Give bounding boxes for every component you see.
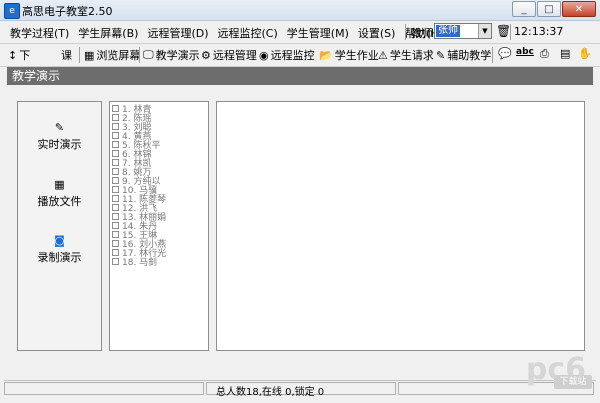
teacher-label: 教师	[411, 27, 433, 40]
play-file-label: 播放文件	[37, 195, 82, 208]
record-demo-button[interactable]: ◙ 录制演示	[18, 235, 101, 265]
student-checkbox[interactable]	[112, 167, 119, 175]
student-checkbox[interactable]	[112, 158, 119, 166]
status-text: 总人数18,在线 0,锁定 0	[216, 387, 325, 398]
toolbar-class-button[interactable]: 课	[61, 47, 72, 63]
student-checkbox[interactable]	[112, 194, 119, 202]
toolbar-label: 辅助教学	[447, 49, 492, 62]
toolbar-browse-screen-button[interactable]: ▦ 浏览屏幕	[84, 47, 140, 63]
toolbar-label: 教学演示	[155, 49, 200, 62]
student-checkbox[interactable]	[112, 113, 119, 121]
student-checkbox[interactable]	[112, 203, 119, 211]
minimize-button[interactable]: _	[512, 1, 536, 17]
toolbar-teaching-demo-button[interactable]: 🖵 教学演示	[143, 47, 200, 63]
folder-icon: 📂	[319, 48, 333, 62]
abc-icon[interactable]: abc	[516, 47, 536, 57]
student-checkbox[interactable]	[112, 230, 119, 238]
student-checkbox[interactable]	[112, 221, 119, 229]
clock: 12:13:37	[514, 25, 564, 38]
student-checkbox[interactable]	[112, 239, 119, 247]
live-demo-button[interactable]: ✎ 实时演示	[18, 122, 101, 152]
toolbar-separator	[79, 47, 80, 63]
play-file-button[interactable]: ▦ 播放文件	[18, 179, 101, 209]
student-checkbox[interactable]	[112, 131, 119, 139]
student-checkbox[interactable]	[112, 257, 119, 265]
close-button[interactable]: ✕	[562, 1, 596, 17]
gear-icon: ⚙	[201, 48, 211, 62]
window-controls: _ □ ✕	[512, 1, 596, 17]
student-checkbox[interactable]	[112, 176, 119, 184]
menu-remote-manage[interactable]: 远程管理(D)	[147, 25, 208, 41]
toolbar-label: 学生请求	[389, 49, 434, 62]
toolbar-assist-teaching-button[interactable]: ✎ 辅助教学	[436, 47, 491, 63]
pen-icon: ✎	[54, 121, 65, 134]
monitor-icon: 🖵	[143, 48, 154, 61]
student-list: 1. 林青 2. 陈瑶 3. 刘聪 4. 黄燕 5. 陈秋平 6. 林锦 7. …	[109, 101, 209, 351]
monitor-eye-icon: ◉	[259, 48, 269, 62]
warning-icon: ⚠	[378, 48, 388, 62]
demo-content-area[interactable]	[216, 101, 585, 351]
window-title: 高思电子教室2.50	[22, 5, 113, 18]
chat-icon[interactable]: 💬	[498, 47, 514, 60]
chevron-down-icon[interactable]: ▼	[478, 24, 491, 38]
student-checkbox[interactable]	[112, 185, 119, 193]
student-checkbox[interactable]	[112, 149, 119, 157]
student-checkbox[interactable]	[112, 104, 119, 112]
menu-items: 教学过程(T) 学生屏幕(B) 远程管理(D) 远程监控(C) 学生管理(M) …	[10, 25, 452, 41]
toolbar-remote-manage-button[interactable]: ⚙ 远程管理	[201, 47, 257, 63]
screens-icon: ▦	[84, 48, 95, 62]
watermark-badge: 下载站	[554, 375, 592, 389]
arrows-icon: ↕	[8, 48, 18, 62]
maximize-button[interactable]: □	[537, 1, 561, 17]
hand-icon[interactable]: ✋	[578, 47, 594, 60]
list-item[interactable]: 18. 马釗	[112, 256, 157, 268]
menu-teaching-process[interactable]: 教学过程(T)	[10, 25, 69, 41]
section-title: 教学演示	[7, 67, 593, 85]
record-icon: ◙	[54, 234, 65, 247]
toolbar: ↕ 下 课 ▦ 浏览屏幕 🖵 教学演示 ⚙ 远程管理 ◉ 远程监控 📂 学生作业…	[0, 44, 600, 67]
student-checkbox[interactable]	[112, 212, 119, 220]
toolbar-label: 远程管理	[212, 49, 257, 62]
demo-mode-panel: ✎ 实时演示 ▦ 播放文件 ◙ 录制演示	[17, 101, 102, 351]
live-demo-label: 实时演示	[37, 138, 82, 151]
toolbar-label: 远程监控	[270, 49, 315, 62]
toolbar-label: 下	[19, 49, 31, 62]
student-checkbox[interactable]	[112, 248, 119, 256]
menu-separator	[510, 24, 511, 40]
toolbar-label: 浏览屏幕	[96, 49, 141, 62]
printer-icon[interactable]: ⎙	[540, 47, 551, 61]
toolbar-class-down-button[interactable]: ↕ 下	[8, 47, 30, 63]
student-checkbox[interactable]	[112, 140, 119, 148]
menu-student-screen[interactable]: 学生屏幕(B)	[78, 25, 138, 41]
teacher-select[interactable]: 张帅 ▼	[434, 23, 492, 39]
toolbar-label: 学生作业	[334, 49, 379, 62]
record-demo-label: 录制演示	[37, 251, 82, 264]
menu-separator	[405, 24, 406, 40]
menu-settings[interactable]: 设置(S)	[358, 25, 396, 41]
status-cell	[4, 382, 204, 395]
toolbar-separator	[139, 47, 140, 63]
toolbar-homework-button[interactable]: 📂 学生作业	[319, 47, 379, 63]
teacher-select-value: 张帅	[436, 25, 460, 37]
title-bar: e 高思电子教室2.50 _ □ ✕	[0, 0, 600, 21]
film-icon: ▦	[54, 178, 65, 191]
toolbar-separator	[492, 47, 493, 63]
book-icon[interactable]: ▤	[560, 47, 572, 60]
toolbar-remote-monitor-button[interactable]: ◉ 远程监控	[259, 47, 315, 63]
student-checkbox[interactable]	[112, 122, 119, 130]
status-bar: 总人数18,在线 0,锁定 0	[4, 380, 596, 398]
menu-remote-monitor[interactable]: 远程监控(C)	[218, 25, 278, 41]
pen-icon: ✎	[436, 48, 446, 62]
menu-student-manage[interactable]: 学生管理(M)	[287, 25, 349, 41]
toolbar-label: 课	[61, 49, 72, 62]
toolbar-student-request-button[interactable]: ⚠ 学生请求	[378, 47, 434, 63]
app-icon: e	[4, 3, 20, 19]
menu-bar: 教学过程(T) 学生屏幕(B) 远程管理(D) 远程监控(C) 学生管理(M) …	[0, 21, 600, 44]
trash-icon[interactable]: 🗑	[496, 24, 511, 38]
